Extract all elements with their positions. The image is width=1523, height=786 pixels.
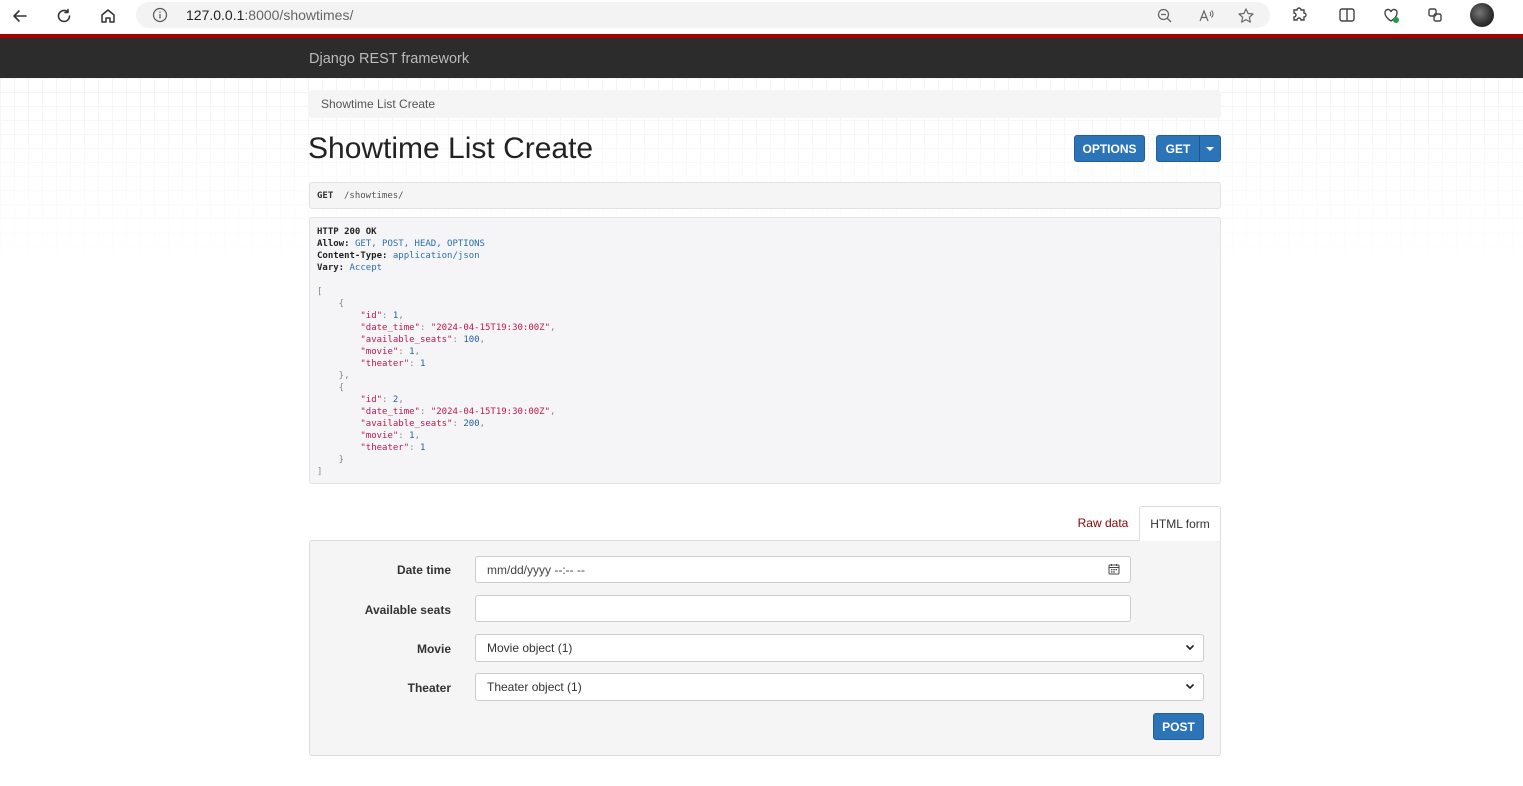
options-button[interactable]: OPTIONS	[1074, 135, 1145, 162]
split-screen-icon[interactable]	[1337, 5, 1357, 25]
get-format-dropdown-button[interactable]	[1199, 135, 1221, 162]
info-icon[interactable]	[152, 7, 168, 23]
tab-raw-data[interactable]: Raw data	[1068, 506, 1138, 540]
header-value: application/json	[392, 251, 480, 261]
refresh-icon[interactable]	[51, 4, 77, 28]
json-date-time-value: 2024-04-15T19:30:00Z	[436, 407, 545, 417]
calendar-icon[interactable]	[1108, 563, 1120, 575]
available-seats-input[interactable]	[475, 595, 1131, 622]
zoom-out-icon[interactable]	[1156, 7, 1174, 25]
json-date-time-value: 2024-04-15T19:30:00Z	[436, 323, 545, 333]
header-key: Allow:	[317, 239, 350, 249]
theater-select[interactable]: Theater object (1)	[475, 673, 1204, 701]
json-available-seats-value: 100	[463, 335, 480, 345]
movie-select[interactable]: Movie object (1)	[475, 634, 1204, 662]
json-available-seats-value: 200	[463, 419, 480, 429]
date-time-input[interactable]: mm/dd/yyyy --:-- --	[475, 556, 1131, 583]
caret-down-icon	[1206, 146, 1214, 151]
date-time-placeholder: mm/dd/yyyy --:-- --	[487, 563, 585, 577]
available-seats-label: Available seats	[364, 603, 451, 617]
theater-label: Theater	[407, 681, 451, 695]
post-button[interactable]: POST	[1153, 713, 1204, 740]
browser-essentials-icon[interactable]	[1381, 5, 1401, 25]
home-icon[interactable]	[95, 4, 121, 28]
get-button[interactable]: GET	[1156, 135, 1200, 162]
back-arrow-icon[interactable]	[7, 4, 33, 28]
browser-toolbar: 127.0.0.1:8000/showtimes/	[0, 0, 1523, 32]
navbar-brand[interactable]: Django REST framework	[309, 51, 469, 67]
chevron-down-icon	[1185, 644, 1195, 651]
read-aloud-icon[interactable]	[1197, 7, 1215, 25]
header-key: Vary:	[317, 263, 345, 273]
theater-selected-option: Theater object (1)	[487, 680, 582, 694]
header-value: Accept	[349, 263, 383, 273]
breadcrumb-current: Showtime List Create	[321, 97, 436, 111]
json-theater-value: 1	[419, 359, 426, 369]
request-path: /showtimes/	[344, 191, 404, 201]
movie-selected-option: Movie object (1)	[487, 641, 573, 655]
navbar: Django REST framework	[0, 34, 1523, 78]
request-info: GET /showtimes/	[309, 182, 1221, 209]
tab-html-form[interactable]: HTML form	[1139, 506, 1221, 541]
url-text: 127.0.0.1:8000/showtimes/	[186, 7, 354, 23]
breadcrumb: Showtime List Create	[309, 90, 1221, 118]
page-title: Showtime List Create	[308, 132, 594, 165]
date-time-label: Date time	[396, 563, 451, 577]
json-theater-value: 1	[419, 443, 426, 453]
profile-avatar[interactable]	[1470, 3, 1494, 27]
request-method: GET	[317, 191, 334, 201]
response-info: HTTP 200 OK Allow: GET, POST, HEAD, OPTI…	[309, 217, 1221, 484]
favorite-star-icon[interactable]	[1237, 7, 1255, 25]
chevron-down-icon	[1185, 683, 1195, 690]
extensions-icon[interactable]	[1289, 5, 1309, 25]
movie-label: Movie	[416, 642, 451, 656]
header-key: Content-Type:	[317, 251, 388, 261]
address-bar[interactable]: 127.0.0.1:8000/showtimes/	[136, 2, 1270, 28]
response-status: HTTP 200 OK	[317, 227, 377, 237]
collections-icon[interactable]	[1425, 5, 1445, 25]
header-value: GET, POST, HEAD, OPTIONS	[354, 239, 485, 249]
